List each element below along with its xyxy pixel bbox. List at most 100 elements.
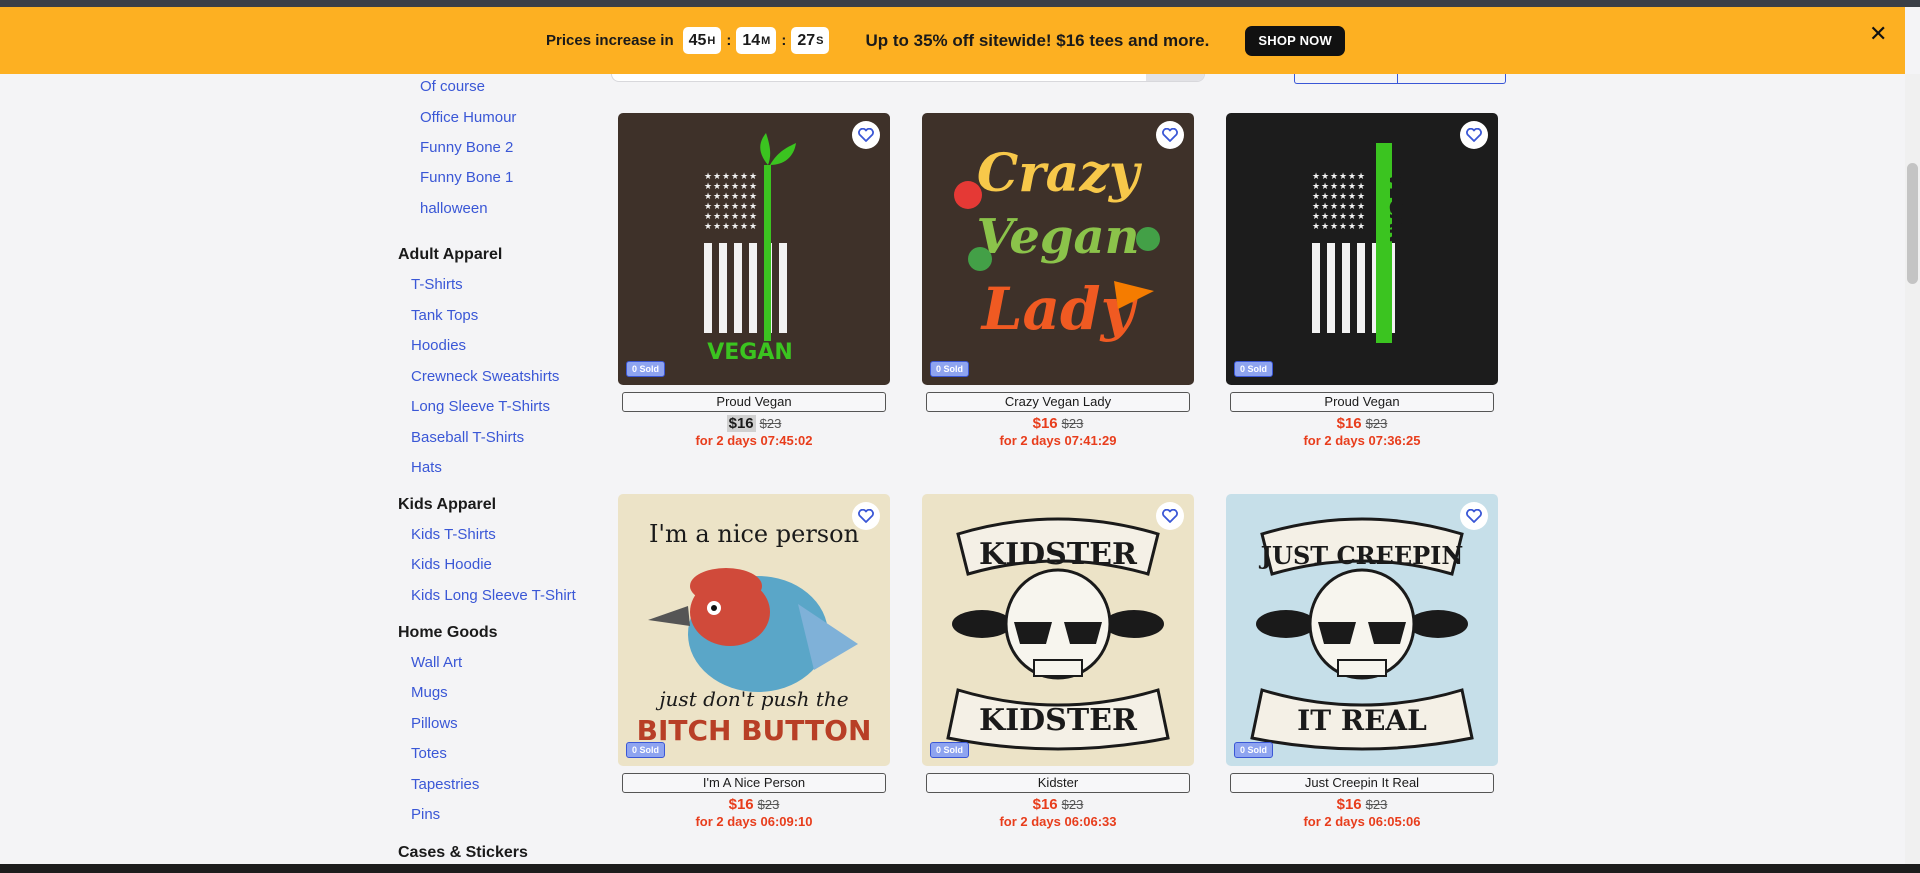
svg-text:★: ★ (740, 192, 748, 202)
product-card[interactable]: ★ ★ ★ ★ ★ ★ ★ ★ ★ ★ ★ ★ ★ ★ ★ ★ ★ ★ ★ ★ ★ ★ ★ ★ ★ ★ ★ ★ ★ ★ ★ ★ ★ ★ ★ ★ VEGA… (1226, 113, 1498, 448)
search-button-edge[interactable] (1146, 74, 1204, 81)
sidebar-item-tank-tops[interactable]: Tank Tops (411, 307, 478, 324)
product-price: $16 $23 (618, 415, 890, 432)
product-card[interactable]: JUST CREEPIN IT REAL 0 Sold Just Creepin It… (1226, 494, 1498, 829)
svg-text:★: ★ (740, 172, 748, 182)
svg-text:★: ★ (749, 192, 757, 202)
svg-text:★: ★ (1330, 182, 1338, 192)
sidebar-heading-kids-apparel: Kids Apparel (398, 496, 497, 513)
product-name[interactable]: Proud Vegan (1230, 392, 1494, 412)
view-toggle-edge[interactable] (1294, 74, 1506, 84)
product-name[interactable]: I'm A Nice Person (622, 773, 886, 793)
sale-countdown: for 2 days 06:05:06 (1303, 814, 1421, 829)
product-price: $16 $23 (618, 796, 890, 813)
product-price: $16 $23 (922, 415, 1194, 432)
original-price: $23 (1365, 416, 1388, 431)
svg-text:★: ★ (749, 212, 757, 222)
svg-text:★: ★ (740, 202, 748, 212)
sidebar-item-hats[interactable]: Hats (411, 459, 442, 476)
svg-text:★: ★ (1321, 182, 1329, 192)
sidebar-item-pillows[interactable]: Pillows (411, 715, 458, 732)
heart-icon[interactable] (1460, 121, 1488, 149)
sidebar-item-funny-bone-2[interactable]: Funny Bone 2 (420, 139, 513, 156)
heart-icon[interactable] (1460, 502, 1488, 530)
promo-banner: Prices increase in 45 H : 14 M : 27 S Up to… (0, 7, 1905, 74)
svg-text:just don't push the: just don't push the (655, 687, 848, 711)
product-image[interactable]: I'm a nice person just don't push the BITC… (618, 494, 890, 766)
heart-icon[interactable] (1156, 502, 1184, 530)
shop-now-button[interactable]: SHOP NOW (1245, 25, 1345, 56)
close-icon[interactable]: ✕ (1869, 21, 1887, 47)
sidebar-item-office-humour[interactable]: Office Humour (420, 109, 516, 126)
svg-text:Vegan: Vegan (977, 209, 1140, 265)
svg-text:★: ★ (1330, 192, 1338, 202)
product-image[interactable]: Crazy Vegan Lady 0 Sold (922, 113, 1194, 385)
product-name[interactable]: Proud Vegan (622, 392, 886, 412)
svg-text:★: ★ (722, 172, 730, 182)
svg-text:★: ★ (722, 182, 730, 192)
product-image[interactable]: ★ ★ ★ ★ ★ ★ ★ ★ ★ ★ ★ ★ ★ ★ ★ ★ ★ ★ ★ ★ ★ ★ ★ ★ ★ ★ ★ ★ ★ ★ ★ ★ ★ ★ ★ ★ VEGA… (618, 113, 890, 385)
sidebar-item-kids-hoodie[interactable]: Kids Hoodie (411, 556, 492, 573)
product-card[interactable]: KIDSTER KIDSTER 0 Sold Kidster $16 $23 for 2 d… (922, 494, 1194, 829)
svg-text:★: ★ (1321, 212, 1329, 222)
original-price: $23 (757, 797, 780, 812)
sold-badge: 0 Sold (626, 742, 666, 758)
sidebar-item-hoodies[interactable]: Hoodies (411, 337, 466, 354)
svg-text:★: ★ (740, 182, 748, 192)
search-bar-edge[interactable] (611, 74, 1205, 82)
sidebar-item-totes[interactable]: Totes (411, 745, 447, 762)
svg-text:★: ★ (1330, 212, 1338, 222)
heart-icon[interactable] (852, 502, 880, 530)
product-image[interactable]: JUST CREEPIN IT REAL 0 Sold (1226, 494, 1498, 766)
sidebar-item-funny-bone-1[interactable]: Funny Bone 1 (420, 169, 513, 186)
sale-price: $16 (1032, 415, 1058, 432)
svg-text:★: ★ (704, 212, 712, 222)
svg-text:BITCH BUTTON: BITCH BUTTON (637, 714, 872, 747)
heart-icon[interactable] (852, 121, 880, 149)
product-name[interactable]: Just Creepin It Real (1230, 773, 1494, 793)
sale-countdown: for 2 days 07:45:02 (695, 433, 813, 448)
sidebar-item-kids-long-sleeve[interactable]: Kids Long Sleeve T-Shirt (411, 587, 576, 604)
sidebar-heading-adult-apparel: Adult Apparel (398, 246, 503, 263)
sidebar-item-wall-art[interactable]: Wall Art (411, 654, 462, 671)
product-card[interactable]: I'm a nice person just don't push the BITC… (618, 494, 890, 829)
countdown-hours: 45 H (682, 27, 722, 54)
sidebar-item-pins[interactable]: Pins (411, 806, 440, 823)
svg-text:★: ★ (1339, 202, 1347, 212)
sidebar-item-halloween[interactable]: halloween (420, 200, 488, 217)
sidebar-item-t-shirts[interactable]: T-Shirts (411, 276, 463, 293)
sidebar-item-tapestries[interactable]: Tapestries (411, 776, 479, 793)
original-price: $23 (759, 416, 782, 431)
original-price: $23 (1061, 797, 1084, 812)
product-name[interactable]: Kidster (926, 773, 1190, 793)
svg-text:★: ★ (740, 212, 748, 222)
sale-countdown: for 2 days 07:41:29 (999, 433, 1117, 448)
product-name[interactable]: Crazy Vegan Lady (926, 392, 1190, 412)
svg-text:★: ★ (722, 222, 730, 232)
svg-text:★: ★ (749, 182, 757, 192)
svg-text:★: ★ (1339, 182, 1347, 192)
colon: : (726, 32, 732, 49)
sidebar-item-crewneck-sweatshirts[interactable]: Crewneck Sweatshirts (411, 368, 559, 385)
product-image[interactable]: ★ ★ ★ ★ ★ ★ ★ ★ ★ ★ ★ ★ ★ ★ ★ ★ ★ ★ ★ ★ ★ ★ ★ ★ ★ ★ ★ ★ ★ ★ ★ ★ ★ ★ ★ ★ VEGA… (1226, 113, 1498, 385)
sale-countdown: for 2 days 06:09:10 (695, 814, 813, 829)
scrollbar-thumb[interactable] (1907, 163, 1918, 284)
svg-text:★: ★ (704, 202, 712, 212)
svg-text:★: ★ (713, 192, 721, 202)
product-card[interactable]: Crazy Vegan Lady 0 Sold Crazy Vegan Lady $16 $… (922, 113, 1194, 448)
browser-top-strip (0, 0, 1920, 7)
product-card[interactable]: ★ ★ ★ ★ ★ ★ ★ ★ ★ ★ ★ ★ ★ ★ ★ ★ ★ ★ ★ ★ ★ ★ ★ ★ ★ ★ ★ ★ ★ ★ ★ ★ ★ ★ ★ ★ VEGA… (618, 113, 890, 448)
sale-countdown: for 2 days 07:36:25 (1303, 433, 1421, 448)
sidebar-item-mugs[interactable]: Mugs (411, 684, 448, 701)
sale-price: $16 (1032, 796, 1058, 813)
sidebar-item-of-course[interactable]: Of course (420, 78, 485, 95)
product-image[interactable]: KIDSTER KIDSTER 0 Sold (922, 494, 1194, 766)
svg-text:★: ★ (731, 182, 739, 192)
sidebar-item-long-sleeve-t-shirts[interactable]: Long Sleeve T-Shirts (411, 398, 550, 415)
sidebar-item-kids-t-shirts[interactable]: Kids T-Shirts (411, 526, 496, 543)
sidebar-item-baseball-t-shirts[interactable]: Baseball T-Shirts (411, 429, 524, 446)
svg-text:★: ★ (1357, 222, 1365, 232)
svg-text:★: ★ (1357, 182, 1365, 192)
svg-text:★: ★ (1348, 222, 1356, 232)
heart-icon[interactable] (1156, 121, 1184, 149)
